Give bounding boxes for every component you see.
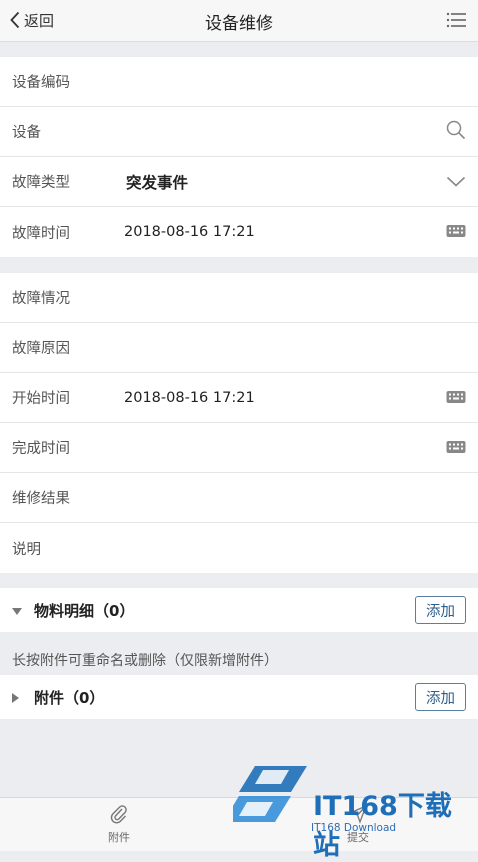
- fault-cause-label: 故障原因: [12, 341, 70, 357]
- triangle-right-icon[interactable]: [12, 688, 20, 707]
- attachment-tab[interactable]: 附件: [79, 804, 159, 845]
- page-title: 设备维修: [205, 14, 273, 34]
- finish-time-row[interactable]: 完成时间: [0, 423, 478, 473]
- attachment-hint: 长按附件可重命名或删除（仅限新增附件）: [12, 653, 278, 669]
- watermark: IT168下载站 IT168 Download: [233, 762, 473, 861]
- fault-time-label: 故障时间: [12, 225, 70, 242]
- materials-label: 物料明细（0）: [34, 601, 135, 620]
- fault-desc-row[interactable]: 故障情况: [0, 273, 478, 323]
- device-code-row[interactable]: 设备编码: [0, 57, 478, 107]
- keyboard-icon[interactable]: [446, 223, 466, 242]
- fault-type-row[interactable]: 故障类型 突发事件: [0, 157, 478, 207]
- fault-desc-label: 故障情况: [12, 291, 70, 307]
- paperclip-icon: [79, 804, 159, 827]
- fault-type-label: 故障类型: [12, 175, 70, 191]
- fault-type-value: 突发事件: [126, 173, 189, 192]
- watermark-logo-icon: [233, 766, 307, 822]
- device-info-group: 设备编码 设备 故障类型 突发事件 故障时间 2018-08-16 17:21: [0, 57, 478, 257]
- device-row[interactable]: 设备: [0, 107, 478, 157]
- menu-button[interactable]: [446, 12, 466, 28]
- device-code-label: 设备编码: [12, 75, 70, 91]
- chevron-down-icon[interactable]: [446, 172, 466, 191]
- start-time-row[interactable]: 开始时间 2018-08-16 17:21: [0, 373, 478, 423]
- list-icon: [446, 12, 466, 28]
- keyboard-icon[interactable]: [446, 438, 466, 457]
- watermark-subtitle: IT168 Download: [311, 822, 397, 834]
- fault-cause-row[interactable]: 故障原因: [0, 323, 478, 373]
- repair-info-group: 故障情况 故障原因 开始时间 2018-08-16 17:21 完成时间 维修结…: [0, 273, 478, 573]
- finish-time-label: 完成时间: [12, 441, 70, 457]
- nav-bar: 返回 设备维修: [0, 0, 478, 42]
- search-icon[interactable]: [446, 120, 466, 144]
- attachment-tab-label: 附件: [108, 831, 130, 844]
- fault-time-row[interactable]: 故障时间 2018-08-16 17:21: [0, 207, 478, 257]
- add-attachment-button[interactable]: 添加: [415, 683, 466, 711]
- start-time-value: 2018-08-16 17:21: [124, 389, 255, 406]
- result-label: 维修结果: [12, 491, 70, 507]
- note-label: 说明: [12, 541, 41, 558]
- device-label: 设备: [12, 125, 41, 141]
- materials-section[interactable]: 物料明细（0） 添加: [0, 588, 478, 632]
- attachments-section[interactable]: 附件（0） 添加: [0, 675, 478, 719]
- start-time-label: 开始时间: [12, 391, 70, 407]
- fault-time-value: 2018-08-16 17:21: [124, 224, 255, 240]
- triangle-down-icon[interactable]: [12, 601, 22, 620]
- note-row[interactable]: 说明: [0, 523, 478, 573]
- add-material-button[interactable]: 添加: [415, 596, 466, 624]
- keyboard-icon[interactable]: [446, 388, 466, 407]
- attachments-label: 附件（0）: [34, 688, 105, 707]
- result-row[interactable]: 维修结果: [0, 473, 478, 523]
